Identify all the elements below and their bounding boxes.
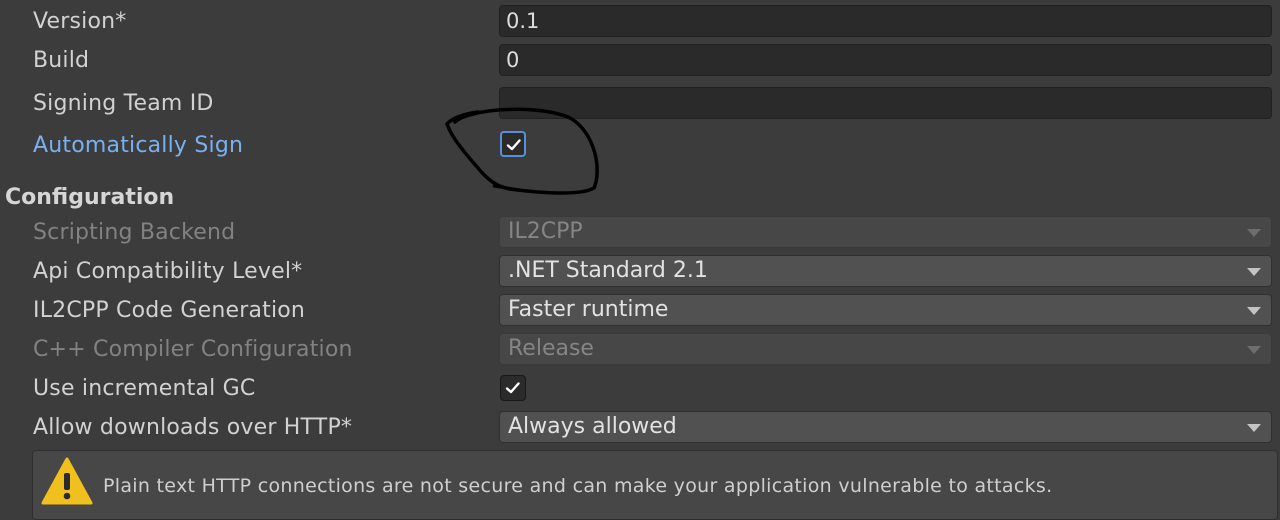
build-field[interactable]: 0 [499,44,1272,76]
chevron-down-icon [1247,424,1261,432]
chevron-down-icon [1247,307,1261,315]
incremental-gc-label: Use incremental GC [33,376,256,401]
version-label: Version* [33,9,127,34]
warning-icon [41,457,93,505]
scripting-backend-dropdown: IL2CPP [499,216,1272,248]
automatically-sign-checkbox[interactable] [500,131,526,157]
build-label: Build [33,48,90,73]
scripting-backend-label: Scripting Backend [33,220,236,245]
signing-team-id-label: Signing Team ID [33,91,214,116]
il2cpp-codegen-dropdown[interactable]: Faster runtime [499,294,1272,326]
signing-team-id-field[interactable] [499,87,1272,119]
checkmark-icon [505,382,520,394]
http-warning-helpbox: Plain text HTTP connections are not secu… [32,450,1278,520]
chevron-down-icon [1247,346,1261,354]
chevron-down-icon [1247,268,1261,276]
api-compatibility-label: Api Compatibility Level* [33,259,303,284]
build-value: 0 [506,48,520,72]
il2cpp-codegen-label: IL2CPP Code Generation [33,298,306,323]
http-warning-text: Plain text HTTP connections are not secu… [103,475,1053,497]
cpp-compiler-config-label: C++ Compiler Configuration [33,337,353,362]
incremental-gc-checkbox[interactable] [500,375,526,401]
cpp-compiler-config-dropdown: Release [499,333,1272,365]
il2cpp-codegen-value: Faster runtime [508,297,669,322]
allow-http-label: Allow downloads over HTTP* [33,415,353,440]
version-value: 0.1 [506,9,540,33]
api-compatibility-dropdown[interactable]: .NET Standard 2.1 [499,255,1272,287]
allow-http-dropdown[interactable]: Always allowed [499,411,1272,443]
chevron-down-icon [1247,229,1261,237]
configuration-section-title: Configuration [5,185,175,210]
checkmark-icon [506,139,521,151]
scripting-backend-value: IL2CPP [508,219,583,244]
cpp-compiler-config-value: Release [508,336,594,361]
automatically-sign-label: Automatically Sign [33,133,244,158]
version-field[interactable]: 0.1 [499,5,1272,37]
allow-http-value: Always allowed [508,414,677,439]
api-compatibility-value: .NET Standard 2.1 [508,258,708,283]
